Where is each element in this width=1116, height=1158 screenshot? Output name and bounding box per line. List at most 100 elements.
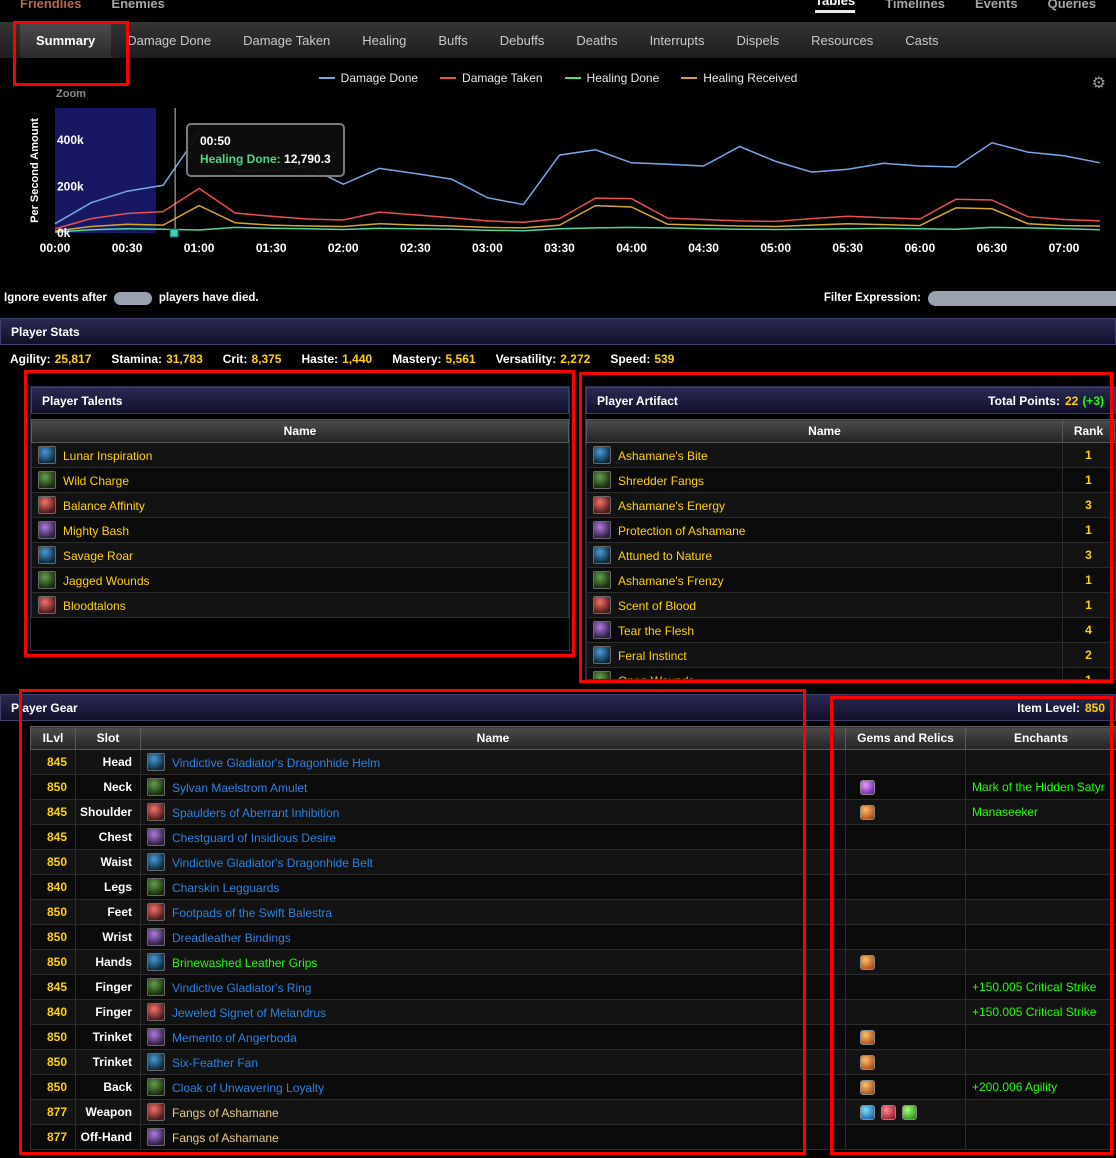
gear-item-link[interactable]: Jeweled Signet of Melandrus: [172, 1006, 326, 1020]
stat-value: 25,817: [55, 352, 92, 366]
artifact-trait-rank: 3: [1063, 493, 1115, 518]
gear-item-link[interactable]: Memento of Angerboda: [172, 1031, 297, 1045]
orange-gem-icon[interactable]: [860, 805, 875, 820]
orange-gem-icon[interactable]: [860, 1030, 875, 1045]
tab-dispels[interactable]: Dispels: [720, 22, 795, 58]
artifact-trait-icon: [593, 521, 611, 539]
talent-name-link[interactable]: Balance Affinity: [63, 499, 145, 513]
player-stat-mastery: Mastery:5,561: [392, 352, 475, 366]
talent-name-link[interactable]: Mighty Bash: [63, 524, 129, 538]
orange-gem-icon[interactable]: [860, 1055, 875, 1070]
talent-name-cell: Jagged Wounds: [32, 568, 569, 593]
legend-item[interactable]: Damage Done: [319, 71, 418, 85]
orange-gem-icon[interactable]: [860, 1080, 875, 1095]
player-stat-speed: Speed:539: [610, 352, 674, 366]
nav-item-tables[interactable]: Tables: [815, 0, 855, 13]
ignore-events-count-input[interactable]: [114, 292, 152, 305]
gear-item-link[interactable]: Fangs of Ashamane: [172, 1106, 279, 1120]
artifact-trait-link[interactable]: Tear the Flesh: [618, 624, 694, 638]
tab-debuffs[interactable]: Debuffs: [484, 22, 561, 58]
x-axis-tick-label: 04:00: [616, 241, 647, 255]
gear-row: 850HandsBrinewashed Leather Grips: [31, 950, 1116, 975]
gear-gems-cell: [846, 1025, 966, 1050]
gear-slot: Hands: [76, 950, 141, 975]
gear-item-name-cell: Vindictive Gladiator's Dragonhide Helm: [141, 750, 846, 775]
tab-deaths[interactable]: Deaths: [560, 22, 633, 58]
player-talents-panel: Player Talents Name Lunar InspirationWil…: [30, 386, 570, 651]
gear-item-link[interactable]: Sylvan Maelstrom Amulet: [172, 781, 307, 795]
gear-item-name-cell: Memento of Angerboda: [141, 1025, 846, 1050]
gear-item-link[interactable]: Dreadleather Bindings: [172, 931, 291, 945]
selection-handle-marker[interactable]: [170, 229, 178, 237]
tab-healing[interactable]: Healing: [346, 22, 422, 58]
legend-label: Damage Done: [341, 71, 418, 85]
gear-item-icon: [147, 978, 165, 996]
gear-item-link[interactable]: Charskin Legguards: [172, 881, 279, 895]
tab-interrupts[interactable]: Interrupts: [634, 22, 721, 58]
gear-slot: Weapon: [76, 1100, 141, 1125]
gear-item-link[interactable]: Spaulders of Aberrant Inhibition: [172, 806, 339, 820]
gear-ilvl-column-header: ILvl: [31, 727, 76, 750]
blue-gem-icon[interactable]: [860, 1105, 875, 1120]
chart-settings-gear-icon[interactable]: ⚙: [1092, 73, 1106, 93]
gear-item-link[interactable]: Vindictive Gladiator's Ring: [172, 981, 311, 995]
artifact-trait-link[interactable]: Ashamane's Energy: [618, 499, 725, 513]
nav-item-events[interactable]: Events: [975, 0, 1018, 13]
green-gem-icon[interactable]: [902, 1105, 917, 1120]
filter-expression-input[interactable]: [928, 291, 1116, 306]
gear-item-link[interactable]: Vindictive Gladiator's Dragonhide Belt: [172, 856, 373, 870]
talent-icon: [38, 471, 56, 489]
gear-item-link[interactable]: Cloak of Unwavering Loyalty: [172, 1081, 324, 1095]
artifact-trait-name-cell: Open Wounds: [587, 668, 1063, 681]
talent-name-link[interactable]: Jagged Wounds: [63, 574, 150, 588]
artifact-trait-link[interactable]: Scent of Blood: [618, 599, 696, 613]
tab-resources[interactable]: Resources: [795, 22, 889, 58]
tab-damage-taken[interactable]: Damage Taken: [227, 22, 346, 58]
gear-item-link[interactable]: Chestguard of Insidious Desire: [172, 831, 336, 845]
artifact-trait-link[interactable]: Open Wounds: [618, 674, 695, 680]
talent-name-link[interactable]: Bloodtalons: [63, 599, 126, 613]
gear-item-link[interactable]: Brinewashed Leather Grips: [172, 956, 317, 970]
talent-name-link[interactable]: Wild Charge: [63, 474, 129, 488]
artifact-trait-link[interactable]: Shredder Fangs: [618, 474, 704, 488]
player-artifact-header: Player Artifact Total Points:22(+3): [586, 387, 1115, 414]
tab-buffs[interactable]: Buffs: [422, 22, 483, 58]
legend-item[interactable]: Healing Done: [565, 71, 660, 85]
gear-item-link[interactable]: Footpads of the Swift Balestra: [172, 906, 332, 920]
nav-item-friendlies[interactable]: Friendlies: [20, 0, 81, 13]
gear-item-link[interactable]: Fangs of Ashamane: [172, 1131, 279, 1145]
nav-item-enemies[interactable]: Enemies: [111, 0, 164, 13]
gear-ilvl: 845: [31, 800, 76, 825]
artifact-trait-link[interactable]: Ashamane's Frenzy: [618, 574, 724, 588]
ignore-events-group: Ignore events after players have died.: [4, 288, 259, 308]
artifact-trait-link[interactable]: Protection of Ashamane: [618, 524, 745, 538]
gear-item-icon: [147, 1128, 165, 1146]
nav-item-timelines[interactable]: Timelines: [885, 0, 945, 13]
talent-name-link[interactable]: Savage Roar: [63, 549, 133, 563]
artifact-trait-name-cell: Scent of Blood: [587, 593, 1063, 618]
legend-swatch-icon: [440, 77, 456, 79]
talent-name-cell: Bloodtalons: [32, 593, 569, 618]
legend-item[interactable]: Damage Taken: [440, 71, 543, 85]
x-axis-tick-label: 00:30: [112, 241, 143, 255]
gear-item-icon: [147, 753, 165, 771]
gear-slot: Off-Hand: [76, 1125, 141, 1150]
gear-ilvl: 850: [31, 850, 76, 875]
gear-item-link[interactable]: Vindictive Gladiator's Dragonhide Helm: [172, 756, 380, 770]
series-line-healing-done: [55, 227, 1100, 232]
tab-damage-done[interactable]: Damage Done: [111, 22, 227, 58]
orange-gem-icon[interactable]: [860, 955, 875, 970]
per-second-amount-chart[interactable]: 0k200k400k00:0000:3001:0001:3002:0002:30…: [0, 100, 1116, 262]
legend-item[interactable]: Healing Received: [681, 71, 797, 85]
artifact-trait-link[interactable]: Ashamane's Bite: [618, 449, 708, 463]
artifact-trait-link[interactable]: Attuned to Nature: [618, 549, 712, 563]
purple-gem-icon[interactable]: [860, 780, 875, 795]
artifact-trait-link[interactable]: Feral Instinct: [618, 649, 687, 663]
tab-casts[interactable]: Casts: [889, 22, 954, 58]
red-gem-icon[interactable]: [881, 1105, 896, 1120]
tab-summary[interactable]: Summary: [20, 22, 111, 58]
gear-item-link[interactable]: Six-Feather Fan: [172, 1056, 258, 1070]
nav-item-queries[interactable]: Queries: [1048, 0, 1096, 13]
talent-name-link[interactable]: Lunar Inspiration: [63, 449, 152, 463]
gear-item-icon: [147, 853, 165, 871]
